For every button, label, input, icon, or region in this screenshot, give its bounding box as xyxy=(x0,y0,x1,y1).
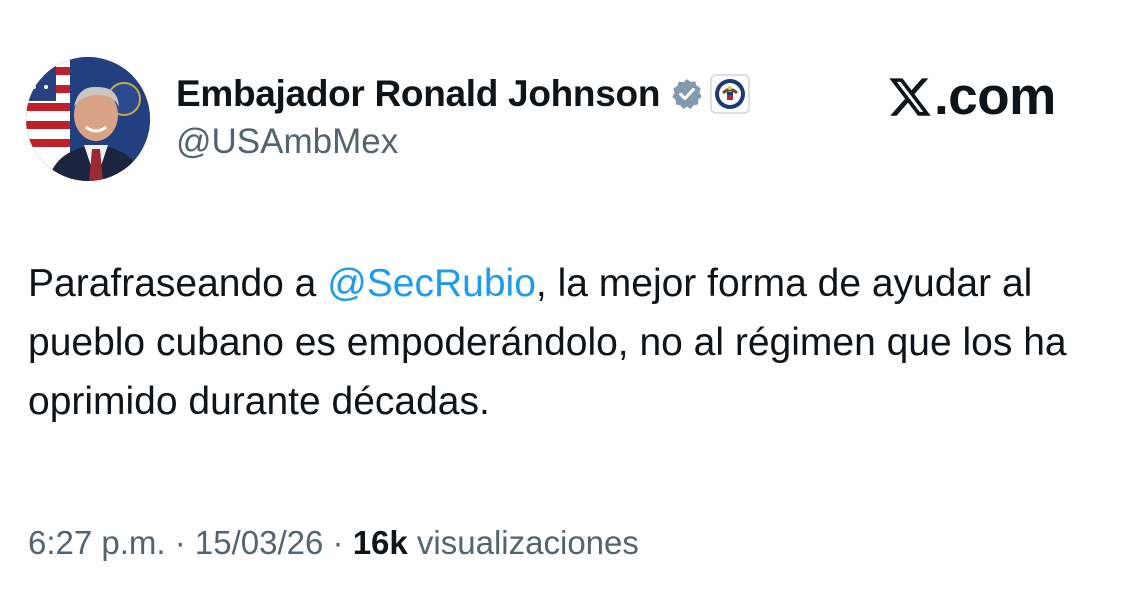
author-name-row: Embajador Ronald Johnson xyxy=(176,70,750,118)
mention-link[interactable]: @SecRubio xyxy=(327,262,536,305)
avatar[interactable] xyxy=(26,57,150,181)
tweet-date[interactable]: 15/03/26 xyxy=(195,524,323,561)
tweet-text: Parafraseando a @SecRubio, la mejor form… xyxy=(28,254,1108,431)
views-label: visualizaciones xyxy=(407,524,639,561)
views-count[interactable]: 16k xyxy=(353,524,408,561)
tweet-meta: 6:27 p.m. · 15/03/26 · 16k visualizacion… xyxy=(28,524,639,562)
tweet-time[interactable]: 6:27 p.m. xyxy=(28,524,166,561)
meta-separator: · xyxy=(323,524,353,561)
author-handle[interactable]: @USAmbMex xyxy=(176,122,398,162)
x-brand-logo: .com xyxy=(886,66,1056,127)
display-name[interactable]: Embajador Ronald Johnson xyxy=(176,73,660,115)
tweet-text-before: Parafraseando a xyxy=(28,262,328,305)
state-department-seal-icon xyxy=(710,74,750,114)
meta-separator: · xyxy=(165,524,195,561)
avatar-image xyxy=(26,57,150,181)
tweet-card: Embajador Ronald Johnson @USAmbMex .com … xyxy=(0,0,1125,592)
x-brand-label: .com xyxy=(934,67,1056,126)
verified-badge-icon xyxy=(670,77,704,111)
x-logo-icon xyxy=(886,74,934,120)
